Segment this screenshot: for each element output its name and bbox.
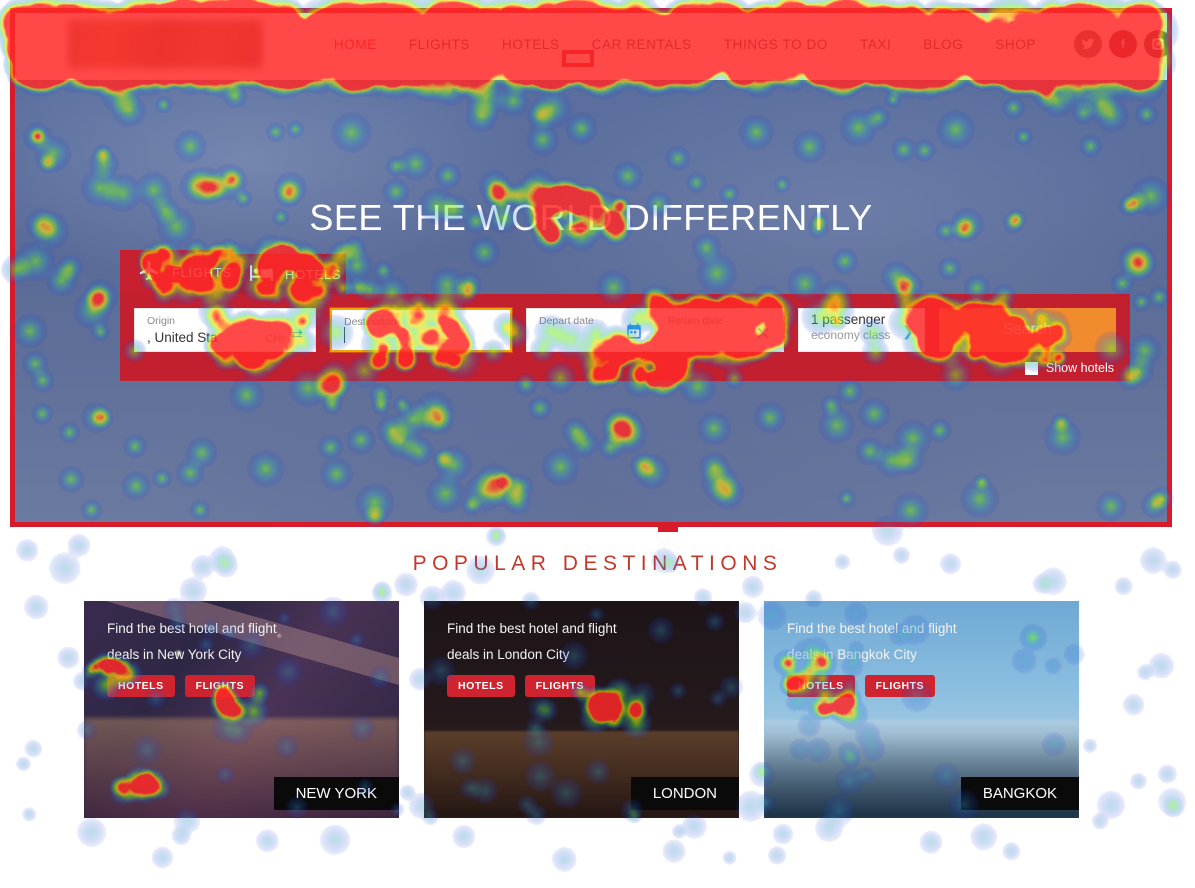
card-text: Find the best hotel and flight deals in … xyxy=(447,616,617,697)
card-badges: HOTELS FLIGHTS xyxy=(447,674,617,697)
tab-flights-label: FLIGHTS xyxy=(172,264,232,280)
site-header: HOME FLIGHTS HOTELS CAR RENTALS THINGS T… xyxy=(10,8,1172,80)
booking-widget: FLIGHTS HOTELS Origin , United Sta CHI ⇄ xyxy=(120,250,1130,381)
origin-field[interactable]: Origin , United Sta CHI ⇄ xyxy=(134,308,316,352)
booking-panel: Origin , United Sta CHI ⇄ Destination De… xyxy=(120,294,1130,381)
nav-item-car-rentals[interactable]: CAR RENTALS xyxy=(576,37,708,52)
show-hotels-checkbox[interactable] xyxy=(1024,361,1038,375)
hero-title: SEE THE WORLD DIFFERENTLY xyxy=(309,197,873,238)
depart-date-field[interactable]: Depart date xyxy=(526,308,655,352)
badge-flights[interactable]: FLIGHTS xyxy=(184,674,256,697)
tab-hotels[interactable]: HOTELS xyxy=(233,254,346,294)
site-logo[interactable] xyxy=(68,20,262,68)
card-city-label: BANGKOK xyxy=(960,777,1079,810)
destination-card-london[interactable]: Find the best hotel and flight deals in … xyxy=(424,601,739,818)
twitter-icon[interactable] xyxy=(1074,30,1102,58)
calendar-icon[interactable] xyxy=(625,322,643,345)
origin-value: , United Sta xyxy=(147,330,218,345)
nav-item-shop[interactable]: SHOP xyxy=(979,37,1052,52)
social-links xyxy=(1074,30,1172,58)
passengers-class: economy class xyxy=(811,327,891,342)
card-line-1: Find the best hotel and flight xyxy=(107,621,277,636)
depart-date-label: Depart date xyxy=(539,315,594,327)
passengers-field[interactable]: 1 passenger economy class ❯ xyxy=(798,308,925,352)
card-city-label: LONDON xyxy=(630,777,739,810)
card-line-2: deals in New York City xyxy=(107,647,242,663)
card-line-2: deals in Bangkok City xyxy=(787,647,917,663)
badge-hotels[interactable]: HOTELS xyxy=(107,674,175,697)
search-button[interactable]: Search xyxy=(939,308,1116,352)
badge-hotels[interactable]: HOTELS xyxy=(787,674,855,697)
page-root: HOME FLIGHTS HOTELS CAR RENTALS THINGS T… xyxy=(0,0,1195,888)
return-date-label: Return date xyxy=(668,315,723,327)
show-hotels-label: Show hotels xyxy=(1045,361,1114,375)
destination-field[interactable]: Destination xyxy=(330,308,512,352)
card-line-2: deals in London City xyxy=(447,647,570,663)
badge-flights[interactable]: FLIGHTS xyxy=(864,674,936,697)
card-badges: HOTELS FLIGHTS xyxy=(107,674,277,697)
booking-fields-row: Origin , United Sta CHI ⇄ Destination De… xyxy=(134,308,1116,352)
instagram-icon[interactable] xyxy=(1144,30,1172,58)
nav-item-taxi[interactable]: TAXI xyxy=(844,37,907,52)
nav-hotels-highlight-marker xyxy=(562,50,594,67)
destination-card-bangkok[interactable]: Find the best hotel and flight deals in … xyxy=(764,601,1079,818)
tab-flights[interactable]: FLIGHTS xyxy=(120,250,233,294)
origin-label: Origin xyxy=(147,315,176,327)
popular-destinations-title: POPULAR DESTINATIONS xyxy=(412,552,783,575)
text-cursor xyxy=(344,327,345,343)
chevron-down-icon[interactable]: ❯ xyxy=(902,323,914,340)
show-hotels-row: Show hotels xyxy=(134,352,1116,375)
booking-tabs: FLIGHTS HOTELS xyxy=(120,250,1130,294)
date-fields: Depart date Return date ✕ xyxy=(526,308,784,352)
card-text: Find the best hotel and flight deals in … xyxy=(107,616,277,697)
origin-code: CHI xyxy=(265,333,285,345)
bed-icon xyxy=(249,260,274,288)
destination-label: Destination xyxy=(344,316,397,328)
clear-return-date-icon[interactable]: ✕ xyxy=(755,325,771,345)
nav-item-flights[interactable]: FLIGHTS xyxy=(393,37,486,52)
nav-item-things-to-do[interactable]: THINGS TO DO xyxy=(708,37,844,52)
card-badges: HOTELS FLIGHTS xyxy=(787,674,957,697)
card-text: Find the best hotel and flight deals in … xyxy=(787,616,957,697)
nav-item-blog[interactable]: BLOG xyxy=(907,37,979,52)
nav-item-home[interactable]: HOME xyxy=(318,37,393,52)
card-city-label: NEW YORK xyxy=(273,777,399,810)
selection-notch-marker xyxy=(658,522,678,532)
card-line-1: Find the best hotel and flight xyxy=(787,621,957,636)
destination-card-new-york[interactable]: Find the best hotel and flight deals in … xyxy=(84,601,399,818)
tab-hotels-label: HOTELS xyxy=(285,266,342,282)
card-line-1: Find the best hotel and flight xyxy=(447,621,617,636)
passengers-count: 1 passenger xyxy=(811,312,886,328)
destination-cards: Find the best hotel and flight deals in … xyxy=(84,601,1079,818)
airplane-icon xyxy=(138,259,161,285)
hero-section: SEE THE WORLD DIFFERENTLY FLIGHTS HOTELS xyxy=(15,80,1167,522)
badge-hotels[interactable]: HOTELS xyxy=(447,674,515,697)
swap-icon[interactable]: ⇄ xyxy=(290,325,303,345)
return-date-field[interactable]: Return date ✕ xyxy=(655,308,784,352)
facebook-icon[interactable] xyxy=(1109,30,1137,58)
main-navigation: HOME FLIGHTS HOTELS CAR RENTALS THINGS T… xyxy=(318,37,1052,52)
badge-flights[interactable]: FLIGHTS xyxy=(524,674,596,697)
